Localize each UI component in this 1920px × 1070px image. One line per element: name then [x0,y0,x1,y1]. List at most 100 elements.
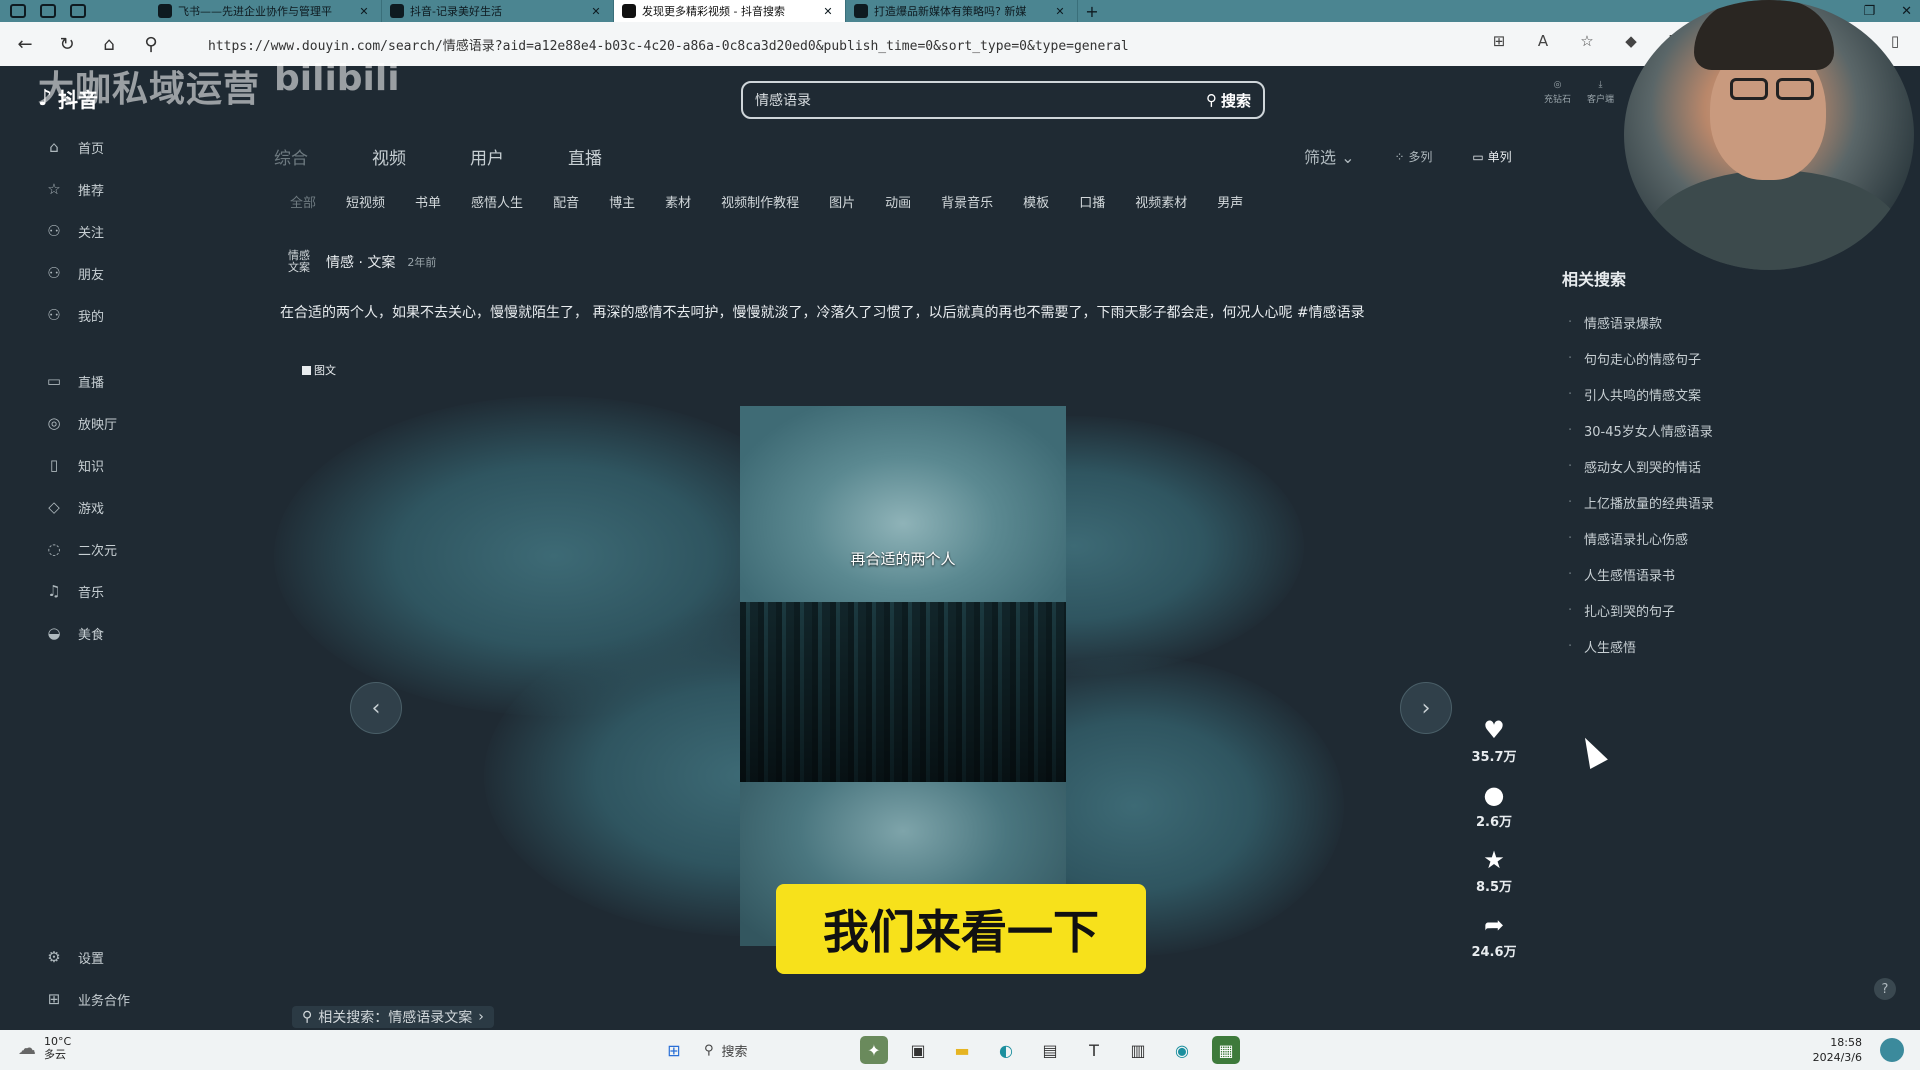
task-view-icon[interactable]: ▣ [904,1036,932,1064]
notes-icon[interactable]: ▥ [1124,1036,1152,1064]
sidebar-item[interactable]: ◇ 游戏 [34,486,234,528]
app-icon[interactable]: ✦ [860,1036,888,1064]
sub-tab[interactable]: 全部 [290,192,316,211]
restore-window-icon[interactable]: ❐ [1863,4,1875,19]
sub-tab[interactable]: 书单 [415,192,441,211]
read-aloud-icon[interactable]: A [1532,30,1554,52]
tab-close-icon[interactable]: ✕ [357,5,371,18]
app-icon[interactable]: ▦ [1212,1036,1240,1064]
comment-button[interactable]: ● 2.6万 [1476,781,1512,830]
related-search-item[interactable]: 感动女人到哭的情话 [1562,448,1802,484]
sidebar-item[interactable]: ◎ 放映厅 [34,402,234,444]
sidebar-item[interactable]: ⚇ 朋友 [34,252,234,294]
next-image-button[interactable]: › [1400,682,1452,734]
filter-button[interactable]: 筛选 ⌄ [1304,144,1355,168]
taskbar-search[interactable]: ⚲ 搜索 [704,1041,844,1060]
new-tab-button[interactable]: + [1078,0,1106,22]
sub-tab[interactable]: 口播 [1079,192,1105,211]
sub-tab[interactable]: 博主 [609,192,635,211]
sidebar-item[interactable]: ☆ 推荐 [34,168,234,210]
tab-user[interactable]: 用户 [470,144,504,169]
folder-icon[interactable]: ▬ [948,1036,976,1064]
weather-widget[interactable]: ☁ 10°C 多云 [18,1035,71,1061]
sub-tab[interactable]: 动画 [885,192,911,211]
help-button[interactable]: ? [1874,978,1896,1000]
related-search-link[interactable]: ⚲ 相关搜索：情感语录文案 › [292,1006,494,1028]
sub-tab[interactable]: 背景音乐 [941,192,993,211]
prev-image-button[interactable]: ‹ [350,682,402,734]
store-icon[interactable]: ▤ [1036,1036,1064,1064]
tab-video[interactable]: 视频 [372,144,406,169]
sub-tab[interactable]: 模板 [1023,192,1049,211]
heart-button[interactable]: ♥ 35.7万 [1471,716,1516,765]
author-avatar[interactable]: 情感文案 [284,250,314,274]
star-button[interactable]: ★ 8.5万 [1476,846,1512,895]
start-icon[interactable]: ⊞ [660,1036,688,1064]
home-icon[interactable]: ⌂ [92,27,126,61]
sub-tab[interactable]: 配音 [553,192,579,211]
url-field[interactable]: https://www.douyin.com/search/情感语录?aid=a… [208,29,1218,59]
post-image[interactable]: 再合适的两个人 [740,406,1066,946]
sidebar-item[interactable]: ⚇ 我的 [34,294,234,336]
browser-tab[interactable]: 抖音-记录美好生活 ✕ [382,0,614,22]
sidebar-item[interactable]: ⊞ 业务合作 [34,978,234,1020]
single-column-toggle[interactable]: ▭ 单列 [1472,148,1511,165]
sidebar-item[interactable]: ◌ 二次元 [34,528,234,570]
search-button[interactable]: ⚲ 搜索 [1206,90,1251,111]
system-clock[interactable]: 18:58 2024/3/6 [1813,1035,1862,1065]
author-name[interactable]: 情感 · 文案 [326,252,395,272]
client-download-button[interactable]: ⤓ 客户端 [1587,80,1614,105]
search-input[interactable]: 情感语录 [755,90,1206,110]
tab-general[interactable]: 综合 [274,144,308,169]
tab-actions-icon[interactable] [70,4,86,18]
refresh-icon[interactable]: ↻ [50,27,84,61]
sub-tab[interactable]: 图片 [829,192,855,211]
typora-icon[interactable]: T [1080,1036,1108,1064]
related-search-item[interactable]: 上亿播放量的经典语录 [1562,484,1802,520]
tab-close-icon[interactable]: ✕ [821,5,835,18]
related-search-item[interactable]: 扎心到哭的句子 [1562,592,1802,628]
search-icon[interactable]: ⚲ [134,27,168,61]
related-search-item[interactable]: 人生感悟 [1562,628,1802,664]
related-search-item[interactable]: 句句走心的情感句子 [1562,340,1802,376]
sub-tab[interactable]: 男声 [1217,192,1243,211]
apps-icon[interactable]: ⊞ [1488,30,1510,52]
tab-close-icon[interactable]: ✕ [589,5,603,18]
browser-tab[interactable]: 打造爆品新媒体有策略吗? 新媒 ✕ [846,0,1078,22]
favorite-star-icon[interactable]: ☆ [1576,30,1598,52]
workspaces-icon[interactable] [40,4,56,18]
related-search-item[interactable]: 情感语录爆款 [1562,304,1802,340]
related-search-item[interactable]: 人生感悟语录书 [1562,556,1802,592]
sub-tab[interactable]: 感悟人生 [471,192,523,211]
browser-profile-icon[interactable] [10,4,26,18]
share-button[interactable]: ➦ 24.6万 [1471,911,1516,960]
tab-close-icon[interactable]: ✕ [1053,5,1067,18]
douyin-logo[interactable]: ♪ 抖音 [38,84,98,113]
sub-tab[interactable]: 短视频 [346,192,385,211]
sidebar-item[interactable]: ▭ 直播 [34,360,234,402]
sidebar-item[interactable]: ♫ 音乐 [34,570,234,612]
notification-icon[interactable] [1880,1038,1904,1062]
back-icon[interactable]: ← [8,27,42,61]
sub-tab[interactable]: 视频素材 [1135,192,1187,211]
chrome-icon[interactable]: ◉ [1168,1036,1196,1064]
recharge-button[interactable]: ◎ 充钻石 [1544,80,1571,105]
extension-icon[interactable]: ◆ [1620,30,1642,52]
sub-tab[interactable]: 素材 [665,192,691,211]
sidebar-item[interactable]: ⚇ 关注 [34,210,234,252]
sidebar-item[interactable]: ⌂ 首页 [34,126,234,168]
sidebar-toggle-icon[interactable]: ▯ [1884,30,1906,52]
sub-tab[interactable]: 视频制作教程 [721,192,799,211]
related-search-item[interactable]: 引人共鸣的情感文案 [1562,376,1802,412]
browser-tab-active[interactable]: 发现更多精彩视频 - 抖音搜索 ✕ [614,0,846,22]
close-window-icon[interactable]: ✕ [1901,4,1912,19]
tab-live[interactable]: 直播 [568,144,602,169]
related-search-item[interactable]: 30-45岁女人情感语录 [1562,412,1802,448]
search-bar[interactable]: 情感语录 ⚲ 搜索 [741,81,1265,119]
edge-browser-icon[interactable]: ◐ [992,1036,1020,1064]
sidebar-item[interactable]: ◒ 美食 [34,612,234,654]
sidebar-item[interactable]: ⚙ 设置 [34,936,234,978]
multi-column-toggle[interactable]: ⁘ 多列 [1395,148,1433,165]
related-search-item[interactable]: 情感语录扎心伤感 [1562,520,1802,556]
sidebar-item[interactable]: ▯ 知识 [34,444,234,486]
